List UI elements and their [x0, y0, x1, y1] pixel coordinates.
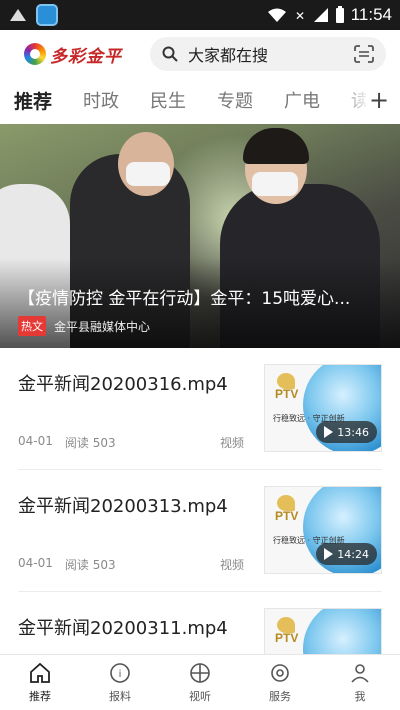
news-meta: 04-01 阅读 503 [18, 556, 116, 573]
status-right: ✕ 11:54 [267, 5, 392, 25]
hot-badge: 热文 [18, 316, 46, 336]
clock: 11:54 [350, 5, 392, 24]
duration-badge: 14:24 [316, 543, 377, 565]
notification-icon [10, 9, 26, 21]
news-meta: 04-01 阅读 503 [18, 434, 116, 451]
news-date: 04-01 [18, 434, 53, 448]
status-left [8, 4, 58, 26]
nav-label: 报料 [109, 690, 131, 703]
battery-icon [335, 6, 344, 23]
news-title: 金平新闻20200311.mp4 [18, 618, 228, 639]
nav-item-recommend[interactable]: 推荐 [0, 655, 80, 710]
search-placeholder: 大家都在搜 [188, 46, 269, 65]
nav-item-media[interactable]: 视听 [160, 655, 240, 710]
service-icon [271, 664, 289, 682]
video-thumbnail[interactable]: PTV 行稳致远 · 守正创新 14:24 [264, 486, 382, 574]
news-title: 金平新闻20200316.mp4 [18, 374, 228, 395]
hero-photo-figure [126, 162, 170, 186]
news-reads: 阅读 503 [64, 558, 116, 572]
list-item[interactable]: 金平新闻20200311.mp4 PTV [0, 592, 400, 654]
app-logo[interactable]: 多彩金平 [24, 42, 122, 67]
hero-photo-figure [252, 172, 298, 196]
play-icon [324, 548, 334, 560]
logo-text: 多彩金平 [50, 46, 122, 67]
hero-meta: 热文 金平县融媒体中心 [18, 316, 150, 336]
logo-emblem-icon [24, 43, 46, 65]
tab-broadcast[interactable]: 广电 [284, 87, 320, 113]
hero-photo-figure [243, 128, 309, 164]
list-item[interactable]: 金平新闻20200316.mp4 04-01 阅读 503 视频 PTV 行稳致… [0, 348, 400, 470]
news-type: 视频 [220, 436, 245, 450]
bottom-nav: 推荐 i 报料 视听 服务 我 [0, 654, 400, 710]
scan-icon[interactable] [354, 45, 374, 63]
video-duration: 13:46 [337, 425, 369, 439]
news-type: 视频 [220, 558, 245, 572]
thumb-logo: PTV [275, 509, 299, 523]
tab-recommend[interactable]: 推荐 [14, 87, 52, 114]
nav-item-me[interactable]: 我 [320, 655, 400, 710]
signal-icon [313, 8, 328, 22]
video-thumbnail[interactable]: PTV 行稳致远 · 守正创新 13:46 [264, 364, 382, 452]
duration-badge: 13:46 [316, 421, 377, 443]
wifi-icon [267, 8, 286, 22]
news-date: 04-01 [18, 556, 53, 570]
app-header: 多彩金平 大家都在搜 [0, 30, 400, 78]
thumb-logo: PTV [275, 631, 299, 645]
nav-label: 推荐 [29, 690, 51, 703]
video-duration: 14:24 [337, 547, 369, 561]
video-thumbnail[interactable]: PTV [264, 608, 382, 654]
news-reads: 阅读 503 [64, 436, 116, 450]
hero-title: 【疫情防控 金平在行动】金平：15吨爱心... [18, 289, 351, 309]
list-item[interactable]: 金平新闻20200313.mp4 04-01 阅读 503 视频 PTV 行稳致… [0, 470, 400, 592]
nav-label: 我 [354, 690, 366, 703]
nav-item-report[interactable]: i 报料 [80, 655, 160, 710]
search-icon [162, 46, 178, 62]
play-icon [324, 426, 334, 438]
search-bar[interactable]: 大家都在搜 [150, 37, 386, 71]
hero-source: 金平县融媒体中心 [54, 319, 151, 334]
thumb-logo: PTV [275, 387, 299, 401]
svg-text:✕: ✕ [295, 9, 305, 23]
svg-text:i: i [119, 669, 122, 680]
status-bar: ✕ 11:54 [0, 0, 400, 30]
nav-label: 服务 [269, 690, 291, 703]
media-icon [190, 663, 210, 683]
channel-tabs: 推荐 时政 民生 专题 广电 读 + [0, 80, 400, 120]
x-signal-icon: ✕ [295, 9, 305, 23]
tab-topics[interactable]: 专题 [217, 87, 253, 113]
home-icon [30, 662, 50, 683]
nav-item-service[interactable]: 服务 [240, 655, 320, 710]
app-notification-icon [36, 4, 58, 26]
user-icon [351, 664, 369, 683]
report-icon: i [110, 663, 130, 683]
nav-label: 视听 [189, 690, 211, 703]
news-title: 金平新闻20200313.mp4 [18, 496, 228, 517]
tab-politics[interactable]: 时政 [83, 87, 119, 113]
hero-banner[interactable]: 【疫情防控 金平在行动】金平：15吨爱心... 热文 金平县融媒体中心 [0, 124, 400, 348]
globe-graphic [303, 609, 381, 654]
tab-livelihood[interactable]: 民生 [150, 87, 186, 113]
add-channel-icon[interactable]: + [366, 86, 392, 114]
